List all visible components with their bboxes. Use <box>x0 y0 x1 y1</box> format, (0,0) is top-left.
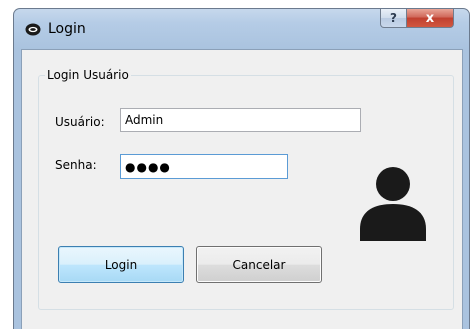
cancel-button[interactable]: Cancelar <box>196 246 322 283</box>
window-client-area: Login Usuário Usuário: Admin Senha: ●●●●… <box>21 49 463 329</box>
window-title: Login <box>48 21 86 37</box>
password-label: Senha: <box>55 158 97 172</box>
group-title: Login Usuário <box>45 68 131 82</box>
app-logo-icon <box>25 23 41 36</box>
close-icon: x <box>425 10 435 26</box>
password-value: ●●●● <box>125 159 171 174</box>
username-field[interactable]: Admin <box>120 108 361 132</box>
cancel-button-label: Cancelar <box>232 257 286 272</box>
username-label: Usuário: <box>55 115 105 129</box>
title-bar[interactable]: Login ? x <box>14 9 469 49</box>
help-icon: ? <box>390 11 397 25</box>
user-avatar-icon <box>360 167 426 241</box>
password-field[interactable]: ●●●● <box>120 154 288 179</box>
close-button[interactable]: x <box>406 9 454 28</box>
login-window: Login ? x Login Usuário Usuário: Admin S… <box>13 8 470 329</box>
help-button[interactable]: ? <box>380 9 407 28</box>
username-value: Admin <box>125 113 164 127</box>
login-button-label: Login <box>104 257 138 272</box>
login-button[interactable]: Login <box>58 246 184 283</box>
